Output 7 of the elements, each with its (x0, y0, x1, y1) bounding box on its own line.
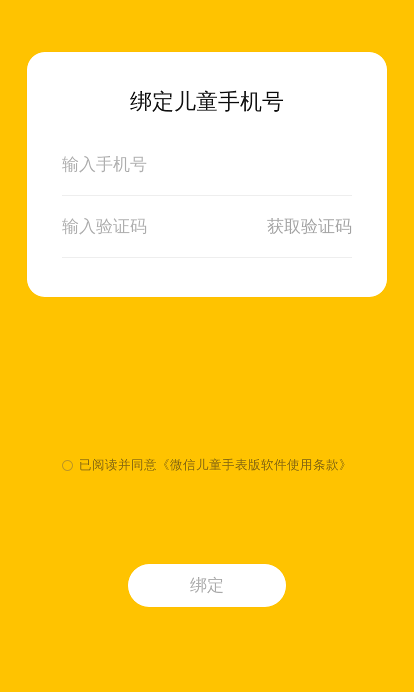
input-field[interactable]: 输入验证码 (62, 212, 267, 240)
input-field[interactable]: 输入手机号 (62, 150, 352, 178)
card-title: 绑定儿童手机号 (129, 89, 285, 117)
agreement-text: 已阅读并同意 (79, 457, 157, 474)
agree-checkbox[interactable] (62, 460, 73, 471)
terms-link[interactable]: 《微信儿童手表版软件使用条款》 (157, 457, 352, 474)
get-code-link[interactable]: 获取验证码 (267, 215, 352, 238)
